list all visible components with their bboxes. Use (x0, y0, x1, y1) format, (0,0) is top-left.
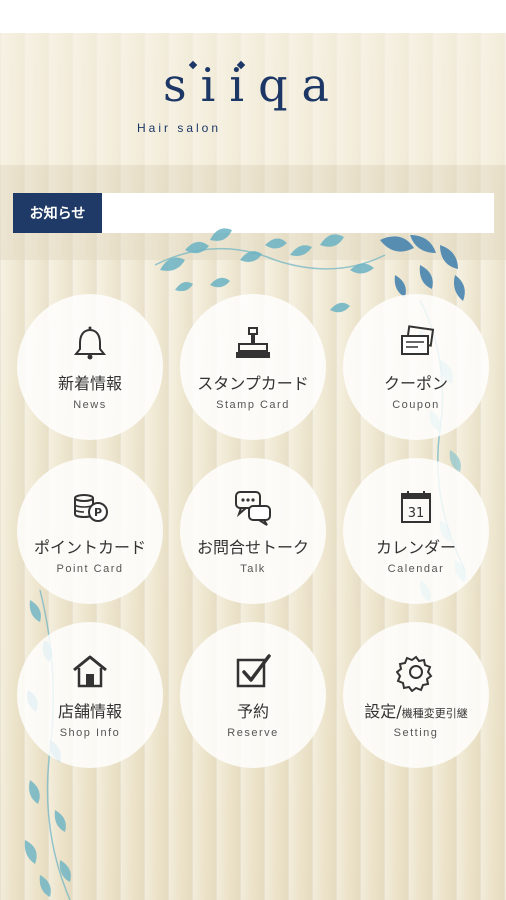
menu-coupon[interactable]: クーポン Coupon (343, 294, 489, 440)
menu-calendar-sublabel: Calendar (387, 562, 445, 575)
news-label: お知らせ (13, 193, 102, 233)
menu-point-card-sublabel: Point Card (56, 562, 124, 575)
menu-reserve-label: 予約 (236, 701, 269, 721)
status-bar (0, 0, 506, 33)
menu-talk-sublabel: Talk (240, 562, 266, 575)
menu-stamp-card[interactable]: スタンプカード Stamp Card (180, 294, 326, 440)
menu-talk-label: お問合せトーク (196, 537, 309, 557)
calendar-day-number: 31 (408, 506, 425, 521)
menu-news[interactable]: 新着情報 News (17, 294, 163, 440)
menu-calendar[interactable]: 31 カレンダー Calendar (343, 458, 489, 604)
checkbox-icon (236, 653, 271, 687)
menu-point-card-label: ポイントカード (33, 537, 146, 557)
menu-shop-info-label: 店舗情報 (57, 701, 122, 721)
svg-text:P: P (94, 506, 102, 519)
menu-stamp-card-label: スタンプカード (197, 373, 309, 393)
gear-icon (396, 655, 433, 692)
menu-reserve[interactable]: 予約 Reserve (180, 622, 326, 768)
menu-setting-label-small: 機種変更引継 (401, 706, 468, 720)
menu-setting[interactable]: 設定/機種変更引継 Setting (343, 622, 489, 768)
menu-setting-label: 設定/機種変更引継 (364, 701, 468, 721)
menu-news-sublabel: News (73, 398, 107, 411)
menu-coupon-label: クーポン (383, 373, 448, 393)
menu-news-label: 新着情報 (57, 373, 122, 393)
menu-shop-info[interactable]: 店舗情報 Shop Info (17, 622, 163, 768)
menu-setting-sublabel: Setting (393, 726, 439, 739)
calendar-icon: 31 (401, 490, 431, 523)
menu-stamp-card-sublabel: Stamp Card (216, 398, 290, 411)
menu-shop-info-sublabel: Shop Info (59, 726, 121, 739)
menu-talk[interactable]: お問合せトーク Talk (180, 458, 326, 604)
points-coins-icon: P (74, 493, 108, 522)
menu-point-card[interactable]: P ポイントカード Point Card (17, 458, 163, 604)
app-logo-subtitle: Hair salon (137, 121, 222, 135)
news-bar[interactable]: お知らせ (13, 193, 494, 233)
bell-icon (73, 326, 107, 359)
house-icon (73, 655, 107, 687)
news-ticker[interactable] (102, 193, 494, 233)
menu-reserve-sublabel: Reserve (227, 726, 279, 739)
stamp-icon (236, 326, 270, 358)
chat-bubbles-icon (235, 490, 271, 526)
app-logo: siiqa (163, 58, 343, 112)
menu-calendar-label: カレンダー (375, 537, 456, 557)
coupon-icon (401, 324, 435, 355)
menu-coupon-sublabel: Coupon (392, 398, 440, 411)
